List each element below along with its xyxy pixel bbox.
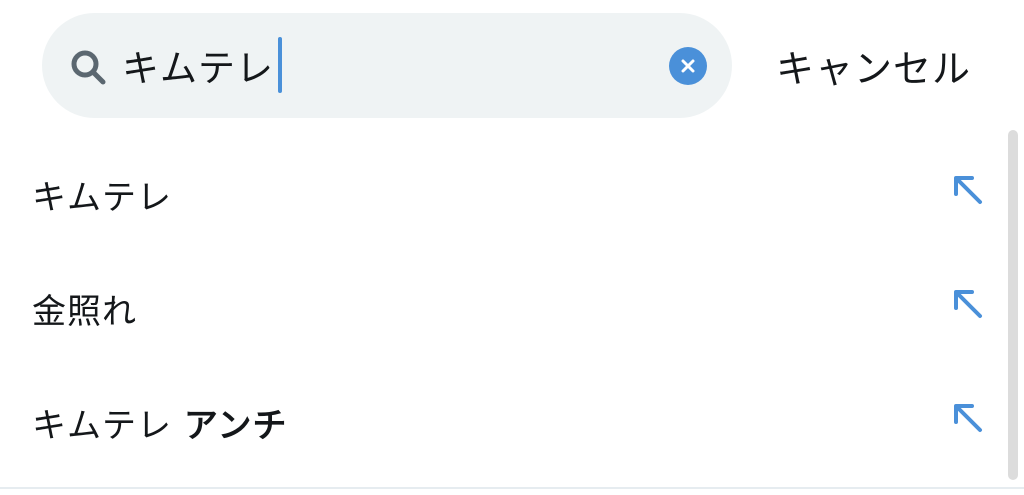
- search-query-text: キムテレ: [122, 47, 274, 90]
- suggestion-label: キムテレ アンチ: [32, 406, 288, 446]
- text-cursor: [278, 37, 282, 93]
- clear-x-icon: [681, 59, 695, 73]
- search-screen: キムテレ キャンセル キムテレ 金照れ キムテレ アンチ: [0, 0, 1024, 495]
- suggestion-label: キムテレ: [32, 178, 172, 218]
- suggestion-item[interactable]: 金照れ: [0, 242, 1008, 356]
- search-bar[interactable]: キムテレ: [42, 13, 732, 118]
- fill-query-arrow-icon[interactable]: [950, 172, 986, 208]
- cancel-button[interactable]: キャンセル: [776, 38, 971, 93]
- suggestion-item[interactable]: キムテレ: [0, 128, 1008, 242]
- scrollbar[interactable]: [1008, 130, 1018, 480]
- fill-query-arrow-icon[interactable]: [950, 286, 986, 322]
- search-input[interactable]: キムテレ: [122, 37, 282, 93]
- suggestion-label: 金照れ: [32, 292, 137, 332]
- clear-search-button[interactable]: [669, 47, 707, 85]
- divider: [0, 487, 1024, 489]
- suggestion-item[interactable]: キムテレ アンチ: [0, 356, 1008, 470]
- search-icon: [71, 50, 106, 85]
- fill-query-arrow-icon[interactable]: [950, 400, 986, 436]
